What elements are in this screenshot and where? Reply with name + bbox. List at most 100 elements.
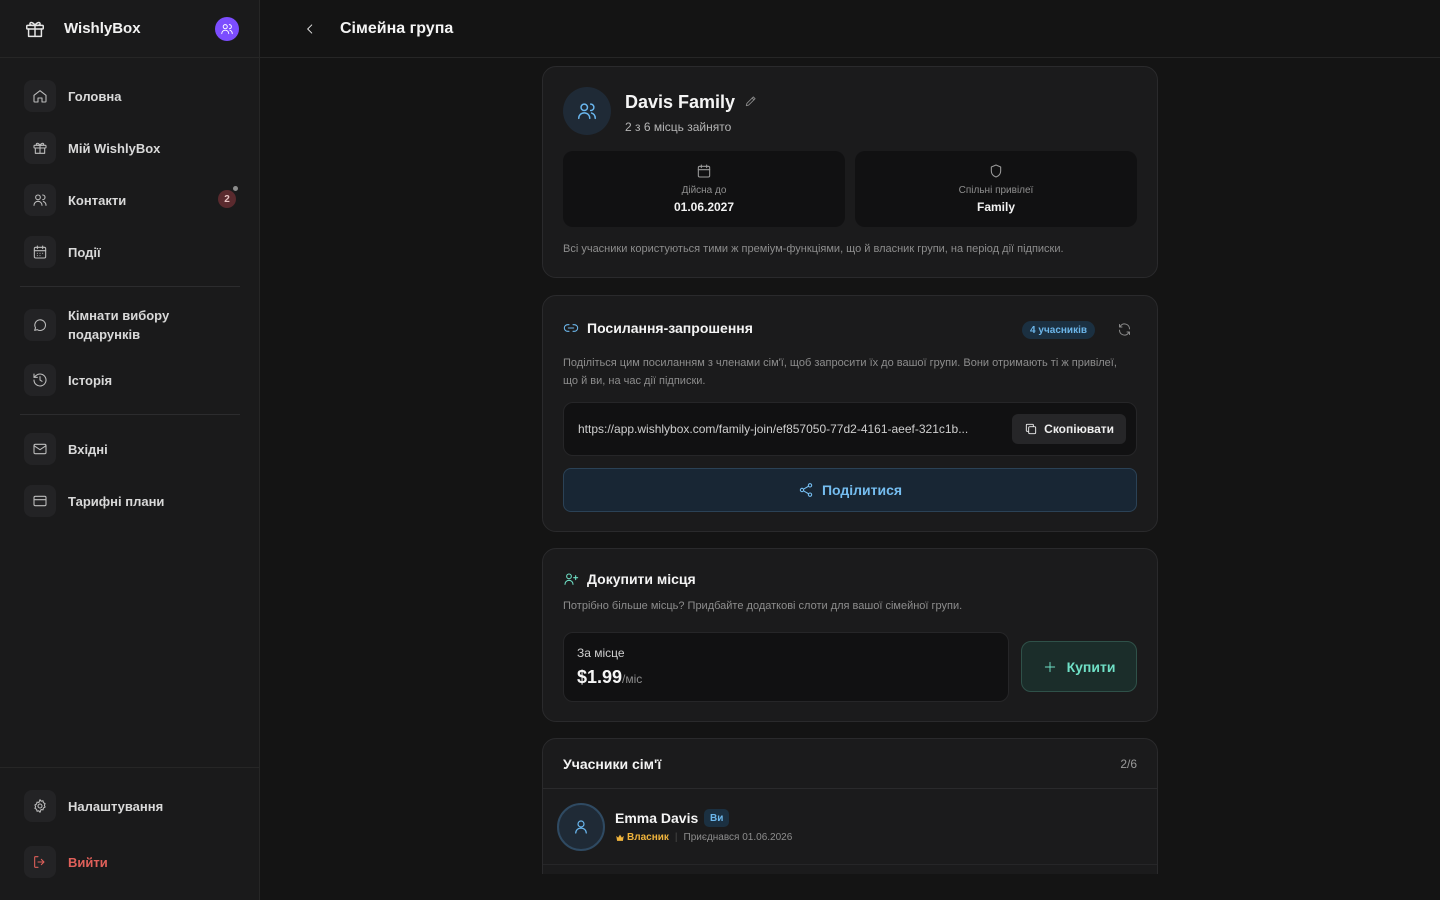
share-icon — [799, 483, 813, 497]
buy-button[interactable]: Купити — [1021, 641, 1137, 692]
calendar-icon — [24, 236, 56, 268]
owner-role-label: Власник — [627, 832, 669, 843]
sidebar-item-inbox[interactable]: Вхідні — [20, 429, 240, 469]
sidebar-item-home[interactable]: Головна — [20, 76, 240, 116]
owner-role: Власник — [615, 832, 669, 843]
buy-header: Докупити місця — [563, 571, 696, 587]
page-title: Сімейна група — [340, 19, 454, 37]
user-plus-icon — [563, 571, 579, 587]
users-icon — [221, 23, 233, 34]
price-value: $1.99/міс — [577, 667, 642, 688]
mail-icon — [24, 433, 56, 465]
notification-dot — [233, 186, 238, 191]
price-unit: /міс — [622, 672, 643, 686]
copy-link-button[interactable]: Скопіювати — [1012, 414, 1126, 444]
sidebar: WishlyBox Головна Мій WishlyBox Контакти… — [0, 0, 260, 900]
gear-icon — [24, 790, 56, 822]
family-group-card: Davis Family 2 з 6 місць зайнято Дійсна … — [542, 66, 1158, 278]
invite-link-field[interactable]: https://app.wishlybox.com/family-join/ef… — [563, 402, 1137, 456]
sidebar-item-label: Історія — [68, 372, 113, 388]
sidebar-item-label: Вхідні — [68, 441, 108, 457]
copy-icon — [1026, 423, 1037, 435]
topbar: Сімейна група — [260, 0, 1440, 58]
group-seats: 2 з 6 місць зайнято — [625, 120, 732, 134]
logout-label: Вийти — [68, 854, 108, 870]
price-per-seat: За місце $1.99/міс — [563, 632, 1009, 702]
buy-title: Докупити місця — [587, 571, 696, 587]
sidebar-footer: Налаштування Вийти — [0, 767, 260, 900]
calendar-icon — [696, 163, 712, 179]
crown-icon — [616, 834, 624, 841]
sidebar-divider — [20, 414, 240, 415]
user-icon — [575, 820, 587, 834]
valid-until-stat: Дійсна до 01.06.2027 — [563, 151, 845, 227]
credit-card-icon — [24, 485, 56, 517]
group-avatar — [563, 87, 611, 135]
user-avatar[interactable] — [215, 16, 239, 41]
member-avatar — [557, 803, 605, 851]
link-icon — [563, 320, 579, 336]
sidebar-item-events[interactable]: Події — [20, 232, 240, 272]
logout-button[interactable]: Вийти — [20, 842, 240, 882]
gift-logo-icon — [24, 18, 46, 40]
plus-icon — [1044, 661, 1055, 672]
shared-perks-stat: Спільні привілеї Family — [855, 151, 1137, 227]
members-count: 2/6 — [1120, 757, 1137, 771]
sidebar-item-label: Мій WishlyBox — [68, 140, 161, 156]
price-amount: $1.99 — [577, 667, 623, 687]
sidebar-divider — [20, 286, 240, 287]
group-note: Всі учасники користуються тими ж преміум… — [563, 243, 1064, 255]
content-bottom-mask — [260, 874, 1440, 900]
back-button[interactable] — [300, 19, 320, 39]
valid-until-value: 01.06.2027 — [673, 200, 735, 214]
group-name: Davis Family — [625, 92, 736, 112]
logout-icon — [24, 846, 56, 878]
sidebar-item-label: Головна — [68, 88, 122, 104]
sidebar-item-gift-rooms[interactable]: Кімнати вибору подарунків — [20, 305, 240, 345]
buy-button-label: Купити — [1066, 658, 1116, 675]
sidebar-item-contacts[interactable]: Контакти 2 — [20, 180, 240, 220]
invite-link-card: Посилання-запрошення 4 учасників Поділіт… — [542, 295, 1158, 532]
copy-button-label: Скопіювати — [1044, 422, 1114, 436]
sidebar-item-label: Кімнати вибору подарунків — [68, 308, 170, 342]
share-button[interactable]: Поділитися — [563, 468, 1137, 512]
members-header: Учасники сім'ї 2/6 — [543, 739, 1157, 789]
sidebar-item-label: Контакти — [68, 192, 127, 208]
edit-pencil-icon[interactable] — [744, 94, 760, 110]
users-icon — [24, 184, 56, 216]
contacts-count-badge: 2 — [218, 190, 236, 208]
brand-name: WishlyBox — [64, 20, 141, 37]
sidebar-item-settings[interactable]: Налаштування — [20, 786, 240, 826]
sidebar-item-plans[interactable]: Тарифні плани — [20, 481, 240, 521]
chat-icon — [24, 309, 56, 341]
invite-description: Поділіться цим посиланням з членами сім'… — [563, 357, 1117, 387]
shared-perks-value: Family — [976, 200, 1015, 214]
buy-description: Потрібно більше місць? Придбайте додатко… — [563, 600, 963, 612]
chevron-left-icon — [307, 23, 313, 34]
member-joined: Приєднався 01.06.2026 — [683, 832, 793, 843]
home-icon — [24, 80, 56, 112]
sidebar-item-label: Тарифні плани — [68, 493, 165, 509]
member-name: Emma Davis — [615, 810, 699, 826]
gift-icon — [24, 132, 56, 164]
members-count-pill: 4 учасників — [1022, 321, 1095, 339]
sidebar-item-my-wishlybox[interactable]: Мій WishlyBox — [20, 128, 240, 168]
member-row[interactable]: Emma Davis Ви Власник | Приєднався 01.06… — [543, 789, 1157, 865]
shared-perks-label: Спільні привілеї — [958, 185, 1034, 196]
invite-title: Посилання-запрошення — [587, 320, 753, 336]
sidebar-item-history[interactable]: Історія — [20, 360, 240, 400]
sidebar-header: WishlyBox — [0, 0, 259, 58]
price-label: За місце — [577, 646, 625, 660]
meta-separator: | — [674, 832, 678, 843]
sidebar-item-label: Налаштування — [68, 798, 164, 814]
members-title: Учасники сім'ї — [563, 756, 662, 772]
users-icon — [578, 103, 596, 120]
invite-link-url: https://app.wishlybox.com/family-join/ef… — [578, 422, 969, 436]
buy-seats-card: Докупити місця Потрібно більше місць? Пр… — [542, 548, 1158, 722]
shield-icon — [988, 163, 1004, 179]
invite-header: Посилання-запрошення — [563, 320, 753, 336]
sidebar-item-label: Події — [68, 244, 101, 260]
refresh-icon[interactable] — [1117, 322, 1133, 338]
valid-until-label: Дійсна до — [681, 185, 727, 196]
member-meta: Власник | Приєднався 01.06.2026 — [615, 832, 792, 843]
